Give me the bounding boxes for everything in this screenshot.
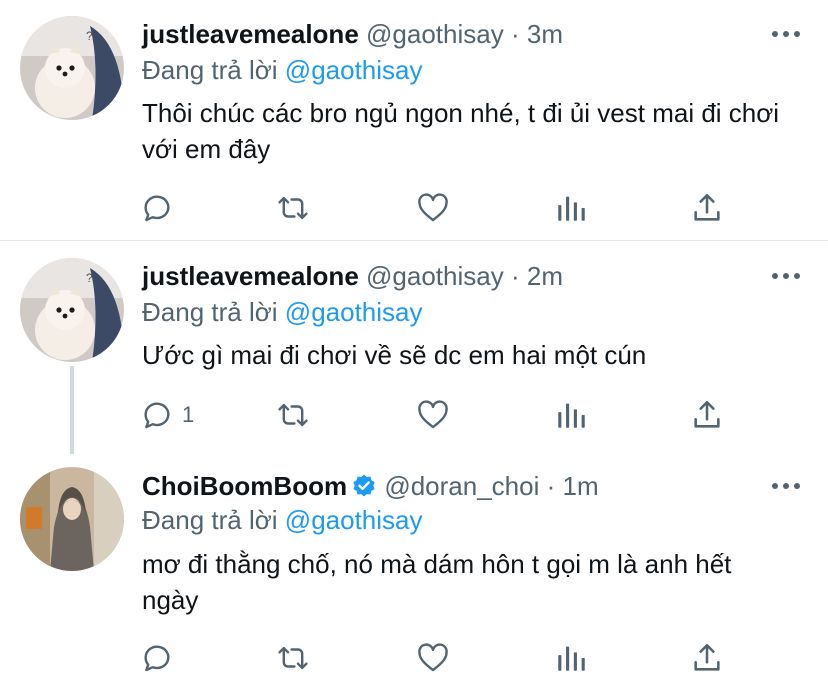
avatar[interactable]: [20, 467, 124, 571]
like-icon: [418, 193, 448, 222]
like-button[interactable]: [416, 188, 450, 228]
share-button[interactable]: [690, 188, 724, 228]
share-icon: [694, 400, 720, 428]
analytics-button[interactable]: [554, 188, 588, 228]
timestamp[interactable]: 2m: [527, 261, 563, 291]
reply-prefix: Đang trả lời: [142, 505, 278, 535]
svg-text:?: ?: [86, 29, 93, 43]
share-icon: [694, 643, 720, 671]
svg-text:?: ?: [86, 271, 93, 285]
analytics-icon: [558, 646, 585, 671]
reply-mention[interactable]: @gaothisay: [285, 505, 423, 535]
retweet-button[interactable]: [276, 638, 310, 678]
tweet-1[interactable]: ? justleavemealone @gaothisay · 3m Đang …: [0, 0, 828, 240]
reply-context: Đang trả lời @gaothisay: [142, 55, 423, 85]
retweet-icon: [278, 646, 308, 670]
reply-prefix: Đang trả lời: [142, 297, 278, 327]
analytics-icon: [558, 403, 585, 428]
analytics-icon: [558, 196, 585, 221]
more-icon[interactable]: [772, 481, 800, 491]
reply-count: 1: [182, 402, 195, 427]
more-icon[interactable]: [772, 271, 800, 281]
handle[interactable]: @gaothisay: [366, 19, 504, 49]
reply-button[interactable]: [140, 638, 182, 678]
reply-mention[interactable]: @gaothisay: [285, 55, 423, 85]
action-bar: [0, 638, 828, 678]
tweet-text: Thôi chúc các bro ngủ ngon nhé, t đi ủi …: [142, 98, 780, 164]
separator: ·: [510, 19, 520, 49]
tweet-text: Ước gì mai đi chơi về sẽ dc em hai một c…: [142, 340, 647, 370]
verified-badge-icon: [351, 473, 377, 505]
reply-icon: [144, 645, 170, 672]
author-line: ChoiBoomBoom @doran_choi · 1m: [142, 471, 599, 505]
like-icon: [418, 643, 448, 672]
action-bar: [0, 188, 828, 228]
reply-button[interactable]: 1: [140, 395, 194, 435]
avatar[interactable]: ?: [20, 258, 124, 362]
display-name[interactable]: justleavemealone: [142, 19, 359, 49]
like-button[interactable]: [416, 638, 450, 678]
analytics-button[interactable]: [554, 638, 588, 678]
display-name[interactable]: justleavemealone: [142, 261, 359, 291]
timestamp[interactable]: 1m: [563, 471, 599, 501]
separator: ·: [546, 471, 556, 501]
reply-icon: [144, 402, 170, 429]
more-icon[interactable]: [772, 29, 800, 39]
reply-prefix: Đang trả lời: [142, 55, 278, 85]
reply-icon: [144, 195, 170, 222]
tweet-3[interactable]: ChoiBoomBoom @doran_choi · 1m Đang trả l…: [0, 452, 828, 690]
tweet-text: mơ đi thằng chố, nó mà dám hôn t gọi m l…: [142, 549, 732, 615]
share-button[interactable]: [690, 395, 724, 435]
reply-button[interactable]: [140, 188, 182, 228]
retweet-icon: [278, 403, 308, 427]
share-icon: [694, 193, 720, 221]
analytics-button[interactable]: [554, 395, 588, 435]
handle[interactable]: @doran_choi: [384, 471, 539, 501]
avatar[interactable]: ?: [20, 16, 124, 120]
author-line: justleavemealone @gaothisay · 2m: [142, 261, 563, 291]
like-button[interactable]: [416, 395, 450, 435]
author-line: justleavemealone @gaothisay · 3m: [142, 19, 563, 49]
like-icon: [418, 400, 448, 429]
display-name[interactable]: ChoiBoomBoom: [142, 471, 347, 501]
share-button[interactable]: [690, 638, 724, 678]
reply-context: Đang trả lời @gaothisay: [142, 297, 423, 327]
handle[interactable]: @gaothisay: [366, 261, 504, 291]
separator: ·: [510, 261, 520, 291]
retweet-button[interactable]: [276, 395, 310, 435]
timestamp[interactable]: 3m: [527, 19, 563, 49]
action-bar: 1: [0, 395, 828, 435]
retweet-icon: [278, 196, 308, 220]
reply-mention[interactable]: @gaothisay: [285, 297, 423, 327]
reply-context: Đang trả lời @gaothisay: [142, 505, 423, 535]
tweet-2[interactable]: ? justleavemealone @gaothisay · 2m Đang …: [0, 241, 828, 454]
retweet-button[interactable]: [276, 188, 310, 228]
